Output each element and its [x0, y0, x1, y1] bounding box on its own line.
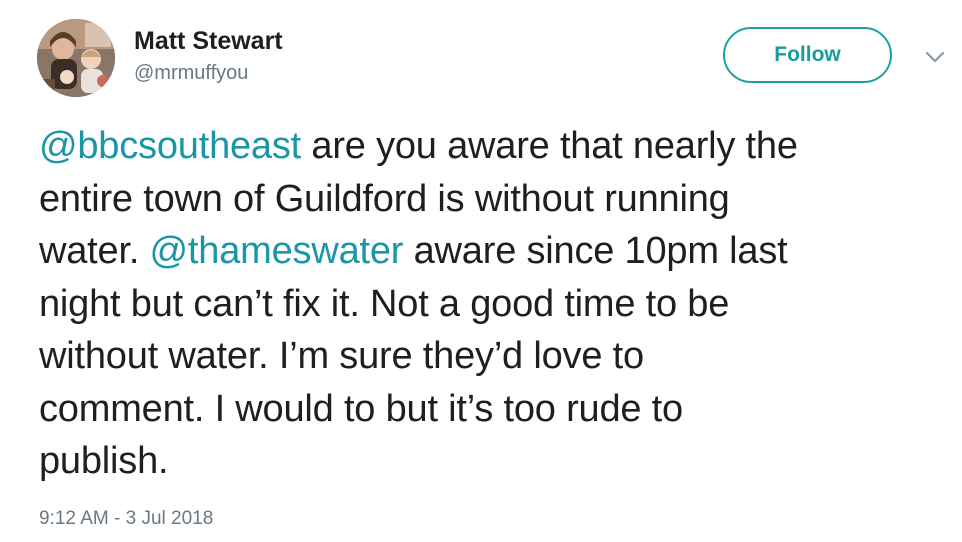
tweet-text-segment: without water. I’m sure they’d love to: [39, 335, 644, 377]
avatar[interactable]: [37, 19, 115, 97]
profile-photo-icon: [37, 19, 115, 97]
tweet-text-segment: water.: [39, 230, 150, 272]
tweet-text-segment: publish.: [39, 440, 169, 482]
tweet-text-line: @bbcsoutheast are you aware that nearly …: [39, 120, 944, 173]
user-handle[interactable]: @mrmuffyou: [134, 62, 248, 85]
tweet-text-line: water. @thameswater aware since 10pm las…: [39, 225, 944, 278]
tweet-text-segment: night but can’t fix it. Not a good time …: [39, 282, 730, 325]
tweet-text-segment: entire town of Guildford is without runn…: [39, 177, 730, 220]
follow-button[interactable]: Follow: [723, 27, 892, 83]
tweet-text-segment: are you aware that nearly the: [301, 125, 798, 167]
mention-link[interactable]: @bbcsoutheast: [39, 125, 301, 167]
tweet-text-line: without water. I’m sure they’d love to: [39, 330, 944, 383]
tweet-text-line: night but can’t fix it. Not a good time …: [39, 278, 944, 331]
tweet-card: Matt Stewart @mrmuffyou Follow @bbcsouth…: [0, 0, 962, 542]
user-name[interactable]: Matt Stewart: [134, 27, 283, 56]
tweet-text-line: comment. I would to but it’s too rude to: [39, 383, 944, 436]
tweet-text: @bbcsoutheast are you aware that nearly …: [39, 120, 944, 488]
chevron-down-icon: [925, 51, 945, 63]
tweet-timestamp[interactable]: 9:12 AM - 3 Jul 2018: [39, 508, 213, 530]
more-options-button[interactable]: [922, 44, 948, 70]
tweet-text-segment: aware since 10pm last: [403, 230, 788, 272]
tweet-text-line: publish.: [39, 435, 944, 488]
tweet-text-segment: comment. I would to but it’s too rude to: [39, 387, 683, 430]
tweet-text-line: entire town of Guildford is without runn…: [39, 173, 944, 226]
mention-link[interactable]: @thameswater: [150, 230, 404, 272]
